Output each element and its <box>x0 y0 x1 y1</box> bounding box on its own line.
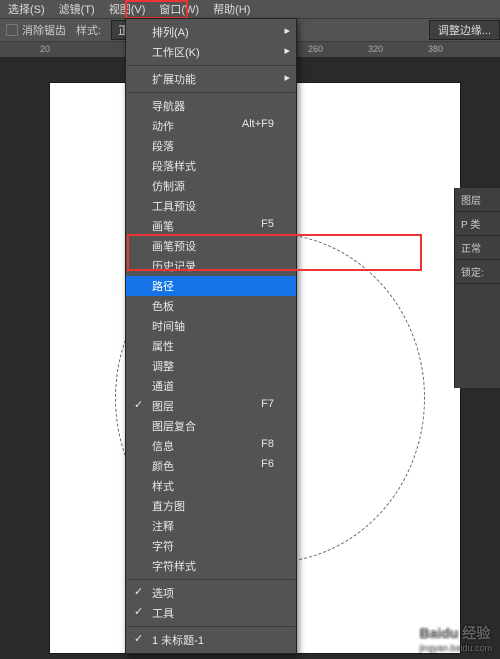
watermark: Baidu 经验 jingyan.baidu.com <box>419 623 492 653</box>
menu-item-navigator[interactable]: 导航器 <box>126 96 296 116</box>
menu-item-character[interactable]: 字符 <box>126 536 296 556</box>
menu-item-paragraph-styles[interactable]: 段落样式 <box>126 156 296 176</box>
menu-item-layer-comps[interactable]: 图层复合 <box>126 416 296 436</box>
menu-item-swatches[interactable]: 色板 <box>126 296 296 316</box>
menu-item-notes[interactable]: 注释 <box>126 516 296 536</box>
watermark-brand: Baidu 经验 <box>419 625 490 641</box>
menu-window[interactable]: 窗口(W) <box>159 1 199 17</box>
checkbox-icon <box>6 24 18 36</box>
menu-select[interactable]: 选择(S) <box>8 1 45 17</box>
panel-normal[interactable]: 正常 <box>455 236 500 260</box>
style-label: 样式: <box>76 22 101 38</box>
menu-help[interactable]: 帮助(H) <box>213 1 250 17</box>
antialias-option[interactable]: 消除锯齿 <box>6 22 66 38</box>
menu-separator <box>127 92 295 93</box>
menu-item-workspace[interactable]: 工作区(K)▸ <box>126 42 296 62</box>
menu-item-history[interactable]: 历史记录 <box>126 256 296 276</box>
menu-item-paragraph[interactable]: 段落 <box>126 136 296 156</box>
layers-panel-tab[interactable]: 图层 <box>455 188 500 212</box>
menu-item-properties[interactable]: 属性 <box>126 336 296 356</box>
submenu-arrow-icon: ▸ <box>284 44 290 57</box>
ruler-tick: 20 <box>40 44 50 54</box>
shortcut-label: F7 <box>261 398 274 414</box>
shortcut-label: F5 <box>261 218 274 234</box>
menu-separator <box>127 626 295 627</box>
right-panel-dock: 图层 P 类 正常 锁定: <box>454 188 500 388</box>
menu-item-tools[interactable]: ✓工具 <box>126 603 296 623</box>
check-icon: ✓ <box>134 605 143 618</box>
menu-item-adjustments[interactable]: 调整 <box>126 356 296 376</box>
menubar: 选择(S) 滤镜(T) 视图(V) 窗口(W) 帮助(H) <box>0 0 500 18</box>
menu-separator <box>127 579 295 580</box>
menu-view[interactable]: 视图(V) <box>109 1 146 17</box>
menu-item-channels[interactable]: 通道 <box>126 376 296 396</box>
panel-kind[interactable]: P 类 <box>455 212 500 236</box>
menu-item-styles[interactable]: 样式 <box>126 476 296 496</box>
watermark-url: jingyan.baidu.com <box>419 643 492 653</box>
check-icon: ✓ <box>134 585 143 598</box>
menu-item-brushes[interactable]: 画笔F5 <box>126 216 296 236</box>
ruler-tick: 260 <box>308 44 323 54</box>
submenu-arrow-icon: ▸ <box>284 24 290 37</box>
shortcut-label: F8 <box>261 438 274 454</box>
menu-item-layers[interactable]: ✓图层F7 <box>126 396 296 416</box>
ruler-tick: 320 <box>368 44 383 54</box>
menu-item-arrange[interactable]: 排列(A)▸ <box>126 22 296 42</box>
menu-item-brush-presets[interactable]: 画笔预设 <box>126 236 296 256</box>
menu-item-actions[interactable]: 动作Alt+F9 <box>126 116 296 136</box>
menu-item-char-styles[interactable]: 字符样式 <box>126 556 296 576</box>
antialias-label: 消除锯齿 <box>22 22 66 38</box>
panel-lock: 锁定: <box>455 260 500 284</box>
shortcut-label: F6 <box>261 458 274 474</box>
menu-item-paths[interactable]: 路径 <box>126 276 296 296</box>
adjust-edge-button[interactable]: 调整边缘... <box>429 20 500 40</box>
ruler-tick: 380 <box>428 44 443 54</box>
menu-separator <box>127 65 295 66</box>
menu-filter[interactable]: 滤镜(T) <box>59 1 95 17</box>
menu-item-info[interactable]: 信息F8 <box>126 436 296 456</box>
menu-item-extensions[interactable]: 扩展功能▸ <box>126 69 296 89</box>
menu-item-clone-source[interactable]: 仿制源 <box>126 176 296 196</box>
menu-item-options[interactable]: ✓选项 <box>126 583 296 603</box>
check-icon: ✓ <box>134 398 143 411</box>
menu-item-timeline[interactable]: 时间轴 <box>126 316 296 336</box>
submenu-arrow-icon: ▸ <box>284 71 290 84</box>
menu-item-tool-presets[interactable]: 工具预设 <box>126 196 296 216</box>
menu-item-document[interactable]: ✓1 未标题-1 <box>126 630 296 650</box>
menu-item-histogram[interactable]: 直方图 <box>126 496 296 516</box>
shortcut-label: Alt+F9 <box>242 118 274 134</box>
menu-item-color[interactable]: 颜色F6 <box>126 456 296 476</box>
check-icon: ✓ <box>134 632 143 645</box>
window-menu-dropdown: 排列(A)▸ 工作区(K)▸ 扩展功能▸ 导航器 动作Alt+F9 段落 段落样… <box>125 18 297 654</box>
